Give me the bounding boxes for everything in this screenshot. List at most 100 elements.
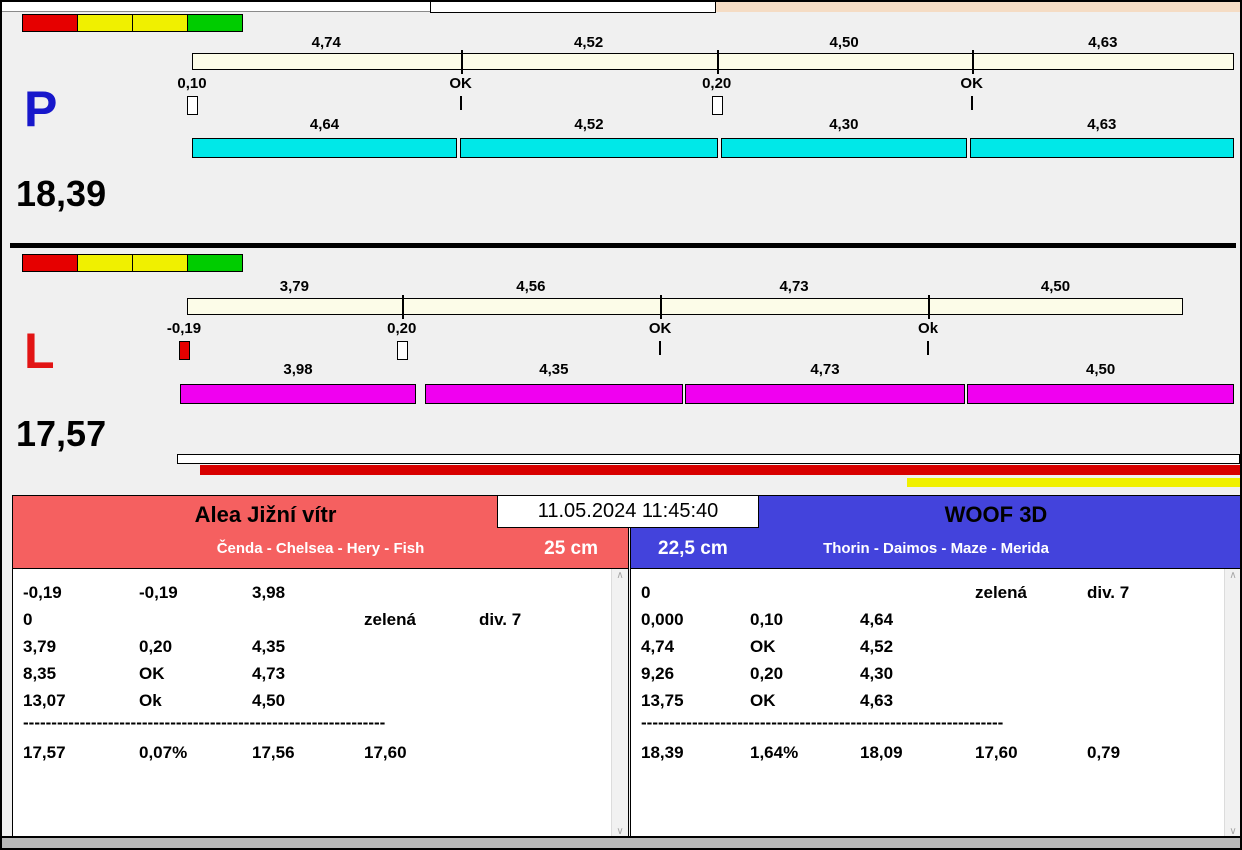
app-window: P 18,39 4,74 4,52 4,50 4,63 0,10 OK 0,20 OK 4,64…: [0, 0, 1242, 850]
table-cell: 0: [641, 583, 651, 602]
run-split-value: 4,63: [1087, 116, 1117, 133]
team-left-members: Čenda - Chelsea - Hery - Fish: [216, 540, 425, 557]
gate-penalty-label: OK: [960, 75, 983, 92]
gate-penalty-label: Ok: [918, 320, 939, 337]
segment-tick: [716, 50, 719, 74]
status-strip: [2, 836, 1240, 848]
run-split-segment: [192, 138, 457, 158]
table-cell: [750, 579, 860, 606]
segment-tick: [660, 295, 663, 319]
table-row: 8,35 OK 4,73: [13, 660, 628, 687]
reference-split-value: 4,74: [311, 34, 341, 51]
scrollbar-left[interactable]: ∧ ∨: [611, 569, 628, 839]
table-cell: 0,10: [750, 610, 784, 629]
team-right-jump-height: 22,5 cm: [658, 538, 728, 559]
run-split-value: 4,35: [539, 361, 569, 378]
run-split-segment: [180, 384, 416, 404]
table-cell: div. 7: [479, 610, 522, 629]
table-cell: 17,56: [252, 743, 295, 762]
table-separator: ----------------------------------------…: [641, 713, 1004, 732]
table-cell: 8,35: [23, 664, 57, 683]
table-cell: [975, 687, 1087, 714]
table-row: 4,74 OK 4,52: [631, 633, 1240, 660]
team-left-jump-height: 25 cm: [544, 538, 598, 559]
lane-P: P 18,39 4,74 4,52 4,50 4,63 0,10 OK 0,20 OK 4,64…: [12, 12, 1234, 242]
status-indicator-block: [132, 14, 188, 32]
table-cell: 0,07%: [139, 743, 188, 762]
table-cell: 4,52: [860, 637, 894, 656]
gate-marker-tick: [659, 341, 662, 355]
team-panel-right: WOOF 3D 22,5 cm Thorin - Daimos - Maze -…: [630, 495, 1240, 840]
table-row: 3,79 0,20 4,35: [13, 633, 628, 660]
lane-L-letter: L: [24, 323, 55, 379]
table-cell: [252, 606, 364, 633]
run-split-segment: [424, 384, 683, 404]
table-row: -0,19 -0,19 3,98: [13, 579, 628, 606]
table-cell: zelená: [975, 583, 1027, 602]
window-top-strip: [2, 2, 1240, 13]
table-cell: 3,98: [252, 583, 286, 602]
segment-tick: [971, 50, 974, 74]
run-split-segment: [969, 138, 1234, 158]
segment-tick: [928, 295, 931, 319]
run-split-value: 3,98: [283, 361, 313, 378]
table-row: 17,57 0,07% 17,56 17,60: [13, 739, 628, 766]
lane-P-letter: P: [24, 81, 58, 137]
run-split-value: 4,73: [810, 361, 840, 378]
segment-tick: [460, 50, 463, 74]
status-indicator-block: [187, 14, 243, 32]
table-cell: 4,35: [252, 637, 286, 656]
run-split-value: 4,52: [574, 116, 604, 133]
table-cell: OK: [750, 691, 776, 710]
gate-marker-tick: [970, 96, 973, 110]
gate-penalty-label: -0,19: [166, 320, 202, 337]
table-cell: Ok: [139, 691, 162, 710]
status-indicator-block: [22, 254, 78, 272]
table-row: 0,000 0,10 4,64: [631, 606, 1240, 633]
scroll-up-icon[interactable]: ∧: [1229, 571, 1236, 581]
gate-penalty-label: 0,20: [387, 320, 417, 337]
table-row: 0 zelená div. 7: [631, 579, 1240, 606]
progress-track: [177, 454, 1240, 464]
status-indicator-block: [22, 14, 78, 32]
table-cell: [139, 606, 252, 633]
table-cell: 0,79: [1087, 743, 1121, 762]
table-cell: OK: [139, 664, 165, 683]
gate-marker-tick: [927, 341, 930, 355]
scrollbar-right[interactable]: ∧ ∨: [1224, 569, 1240, 839]
table-cell: div. 7: [1087, 583, 1130, 602]
gate-penalty-label: 0,20: [702, 75, 732, 92]
top-strip-tab: [430, 2, 716, 13]
run-split-segment: [721, 138, 967, 158]
status-indicator-block: [77, 254, 133, 272]
table-cell: 3,79: [23, 637, 57, 656]
gate-penalty-label: OK: [449, 75, 472, 92]
table-cell: 18,39: [641, 743, 684, 762]
table-cell: 4,30: [860, 664, 894, 683]
scroll-up-icon[interactable]: ∧: [616, 571, 623, 581]
split-reference-bar: [192, 50, 1234, 74]
table-cell: [975, 633, 1087, 660]
gate-penalty-label: OK: [648, 320, 672, 337]
gate-marker-box: [179, 341, 190, 360]
team-panel-left: Alea Jižní vítr Čenda - Chelsea - Hery -…: [12, 495, 629, 840]
lane-P-total-time: 18,39: [16, 173, 107, 214]
run-split-value: 4,64: [309, 116, 340, 133]
table-row: 18,39 1,64% 18,09 17,60 0,79: [631, 739, 1240, 766]
table-cell: OK: [750, 637, 776, 656]
run-split-segment: [684, 384, 966, 404]
table-cell: 18,09: [860, 743, 903, 762]
lane-P-indicator-lights: [22, 14, 243, 32]
top-strip-right: [716, 2, 1240, 12]
reference-split-value: 4,73: [779, 278, 809, 295]
lane-divider: [10, 243, 1236, 248]
gate-penalty-label: 0,10: [177, 75, 207, 92]
datetime-display: 11.05.2024 11:45:40: [497, 495, 759, 528]
team-right-results-table: ∧ ∨ 0 zelená div. 7 0,000 0,10 4,64 4,74 OK 4,52…: [631, 568, 1240, 839]
reference-split-value: 4,56: [516, 278, 546, 295]
table-cell: 17,57: [23, 743, 66, 762]
gate-marker-box: [711, 96, 723, 115]
run-split-segment: [459, 138, 719, 158]
table-cell: 1,64%: [750, 743, 799, 762]
table-cell: 0,000: [641, 610, 684, 629]
